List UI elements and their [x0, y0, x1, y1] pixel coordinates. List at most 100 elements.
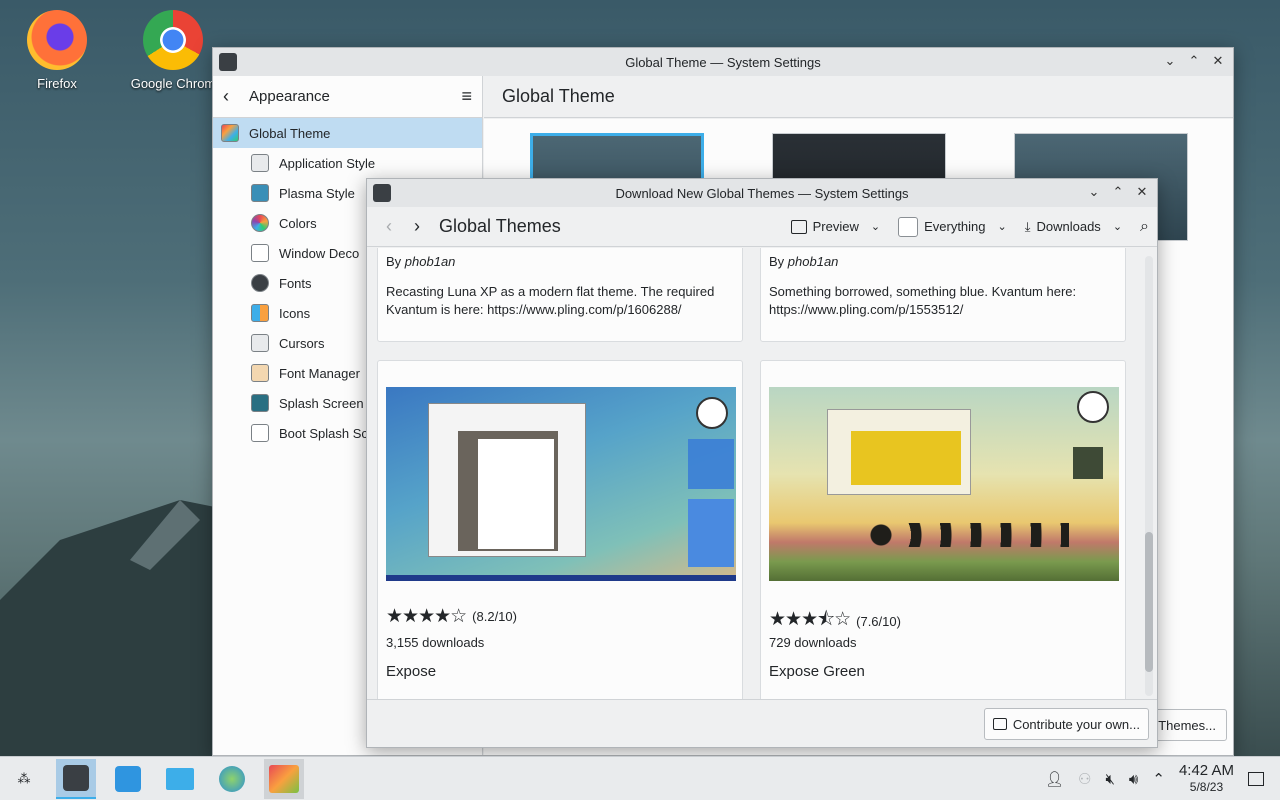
settings-app-icon [63, 764, 89, 791]
theme-name[interactable]: Expose [386, 663, 436, 680]
rating: ★★★★☆ (8.2/10) [386, 605, 517, 628]
dialog-toolbar: ‹ › Global Themes Preview ⌄ Everything ⌄… [367, 207, 1157, 247]
image-icon [992, 718, 1007, 730]
vertical-scrollbar[interactable] [1145, 256, 1153, 696]
kvantum-task[interactable] [264, 758, 304, 799]
chrome-icon [143, 10, 203, 70]
user-icon[interactable]: 👤︎ [1045, 770, 1064, 788]
download-count: 729 downloads [769, 635, 857, 650]
star-rating-icon: ★★★⯪☆ [769, 609, 851, 630]
system-tray: 👤︎ ⚇ 🔇︎ 🔊︎ ⌃ 4:42 AM 5/8/23 [1045, 757, 1280, 800]
boot-splash-icon [251, 424, 269, 442]
dialog-title: Download New Global Themes — System Sett… [615, 185, 909, 201]
clock[interactable]: 4:42 AM 5/8/23 [1179, 763, 1234, 795]
sidebar-item-application-style[interactable]: Application Style [213, 148, 482, 178]
sidebar-header-title: Appearance [249, 88, 330, 105]
list-item[interactable]: By phob1an Recasting Luna XP as a modern… [377, 248, 743, 342]
close-icon[interactable]: ✕ [1209, 52, 1227, 70]
discover-icon [115, 765, 141, 792]
desktop-icon-label: Firefox [37, 76, 77, 91]
get-new-themes-button[interactable]: Themes... [1147, 709, 1227, 741]
minimize-icon[interactable]: ⌄ [1085, 183, 1103, 201]
card-description: Something borrowed, something blue. Kvan… [769, 284, 1077, 317]
show-desktop-icon[interactable] [1248, 772, 1264, 786]
toolbar-title: Global Themes [439, 216, 561, 236]
discover-task[interactable] [108, 759, 148, 799]
desktop-chrome[interactable]: Google Chrom [128, 10, 218, 91]
list-item[interactable]: ★★★⯪☆ (7.6/10) 729 downloads Expose Gree… [760, 360, 1126, 700]
plasma-style-icon [251, 184, 269, 202]
scrollbar-thumb[interactable] [1145, 532, 1153, 672]
cursors-icon [251, 334, 269, 352]
sidebar-item-label: Cursors [279, 335, 325, 351]
rating-value: (8.2/10) [472, 609, 517, 624]
sidebar-header: ‹ Appearance ≡ [213, 76, 482, 118]
author-name[interactable]: phob1an [405, 254, 456, 269]
filter-label: Everything [924, 219, 986, 234]
filter-dropdown[interactable]: Everything ⌄ [898, 216, 1007, 237]
contribute-button[interactable]: Contribute your own... [983, 708, 1149, 740]
back-icon[interactable]: ‹ [375, 216, 403, 237]
global-theme-icon [221, 124, 239, 142]
theme-preview-image[interactable] [386, 387, 736, 581]
view-mode-label: Preview [812, 219, 859, 234]
clock-time: 4:42 AM [1178, 762, 1234, 779]
sidebar-item-label: Application Style [279, 155, 376, 171]
forward-icon[interactable]: › [403, 216, 431, 237]
contribute-label: Contribute your own... [1012, 716, 1140, 732]
view-mode-dropdown[interactable]: Preview ⌄ [790, 219, 880, 234]
file-manager-task[interactable] [160, 759, 200, 799]
volume-icon[interactable]: 🔊︎ [1129, 771, 1138, 788]
network-icon[interactable]: ⚇ [1078, 770, 1091, 788]
rating-value: (7.6/10) [856, 613, 901, 629]
download-icon: ⤓ [1024, 218, 1031, 234]
theme-preview-image[interactable] [769, 387, 1119, 581]
download-themes-dialog: Download New Global Themes — System Sett… [366, 178, 1158, 748]
by-prefix: By [386, 254, 402, 269]
application-launcher-icon[interactable]: ⁂ [4, 759, 44, 799]
browser-task[interactable] [212, 759, 252, 799]
mute-icon[interactable]: 🔇︎ [1105, 771, 1114, 788]
application-style-icon [251, 154, 269, 172]
maximize-icon[interactable]: ⌃ [1109, 183, 1127, 201]
taskbar: ⁂ 👤︎ ⚇ 🔇︎ 🔊︎ ⌃ 4:42 AM 5/8/23 [0, 756, 1280, 800]
sidebar-item-label: Colors [279, 215, 317, 231]
results-list: By phob1an Recasting Luna XP as a modern… [367, 248, 1157, 700]
maximize-icon[interactable]: ⌃ [1185, 52, 1203, 70]
settings-app-icon[interactable] [373, 184, 391, 202]
list-item[interactable]: ★★★★☆ (8.2/10) 3,155 downloads Expose [377, 360, 743, 700]
sidebar-item-label: Boot Splash Sc [279, 425, 368, 441]
chevron-down-icon: ⌄ [1112, 221, 1123, 233]
back-icon[interactable]: ‹ [223, 86, 243, 107]
card-description: Recasting Luna XP as a modern flat theme… [386, 284, 715, 317]
fonts-icon [251, 274, 269, 292]
download-count: 3,155 downloads [386, 635, 485, 650]
splash-screen-icon [251, 394, 269, 412]
page-title: Global Theme [484, 76, 1233, 118]
author-name[interactable]: phob1an [788, 254, 839, 269]
system-settings-task[interactable] [56, 758, 96, 799]
desktop-firefox[interactable]: Firefox [12, 10, 102, 91]
close-icon[interactable]: ✕ [1133, 183, 1151, 201]
chevron-down-icon: ⌄ [997, 221, 1007, 233]
minimize-icon[interactable]: ⌄ [1161, 52, 1179, 70]
dialog-footer: Contribute your own... [367, 699, 1157, 747]
chevron-up-icon[interactable]: ⌃ [1152, 770, 1165, 788]
kvantum-icon [269, 764, 299, 793]
sort-dropdown[interactable]: ⤓ Downloads ⌄ [1025, 219, 1122, 235]
sidebar-item-global-theme[interactable]: Global Theme [213, 118, 482, 148]
dialog-titlebar: Download New Global Themes — System Sett… [367, 179, 1157, 207]
sidebar-item-label: Splash Screen [279, 395, 364, 411]
rating: ★★★⯪☆ (7.6/10) [769, 605, 901, 637]
globe-icon [219, 765, 245, 792]
icons-icon [251, 304, 269, 322]
clock-date: 5/8/23 [1189, 780, 1224, 794]
search-icon[interactable]: ⌕ [1140, 218, 1149, 236]
theme-name[interactable]: Expose Green [769, 663, 865, 680]
sidebar-item-label: Icons [279, 305, 311, 321]
settings-app-icon[interactable] [219, 53, 237, 71]
star-rating-icon: ★★★★☆ [386, 606, 467, 627]
desktop-icon-label: Google Chrom [130, 76, 216, 91]
menu-icon[interactable]: ≡ [461, 86, 472, 107]
list-item[interactable]: By phob1an Something borrowed, something… [760, 248, 1126, 342]
